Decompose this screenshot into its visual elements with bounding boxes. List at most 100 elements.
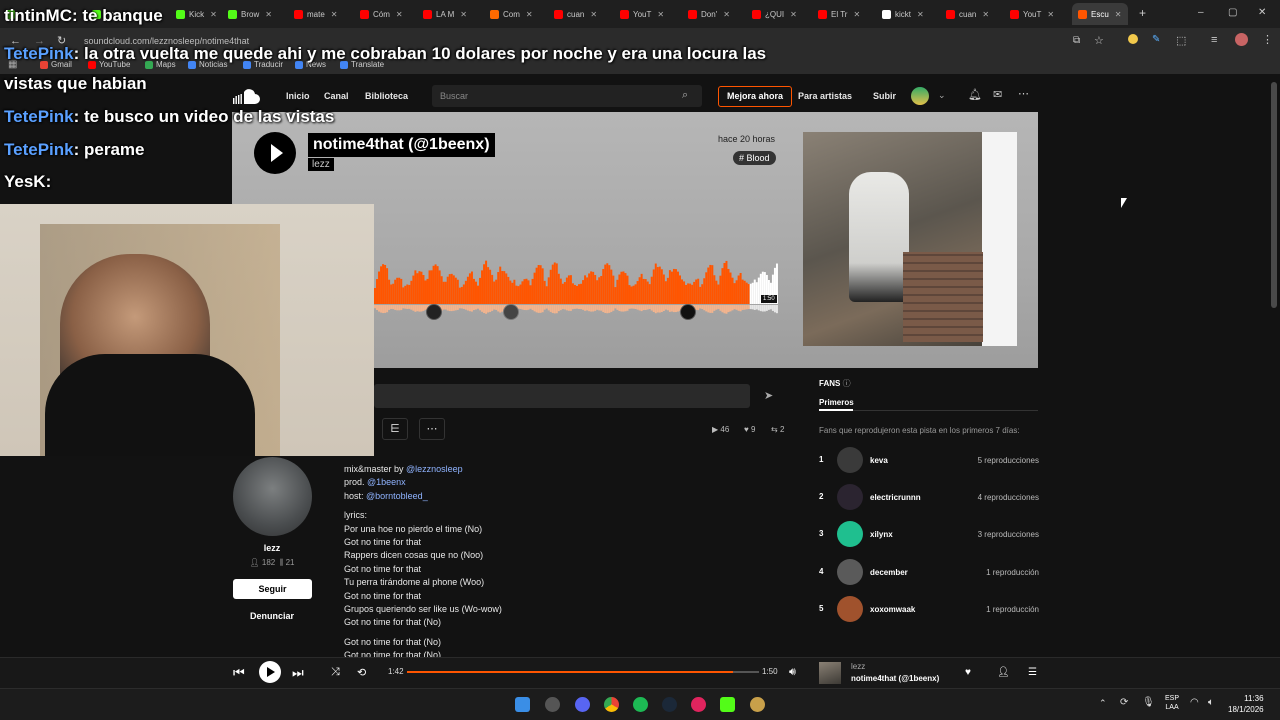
volume-icon[interactable]: 🔊︎ [789, 666, 796, 679]
steam-icon[interactable] [662, 697, 677, 712]
shuffle-icon[interactable]: ⤨ [331, 666, 340, 679]
browser-tab[interactable]: ¿QUI ✕ [752, 3, 797, 25]
bookmark-star-icon[interactable]: ☆ [1094, 34, 1104, 47]
browser-tab[interactable]: Cóm ✕ [360, 3, 403, 25]
close-tab-icon[interactable]: ✕ [917, 10, 924, 19]
browser-tab[interactable]: Brow ✕ [228, 3, 272, 25]
fan-name[interactable]: electricrunnn [870, 493, 921, 502]
browser-tab[interactable]: mate ✕ [294, 3, 338, 25]
profile-avatar[interactable] [1235, 33, 1248, 46]
system-clock[interactable]: 11:36 18/1/2026 [1228, 693, 1264, 715]
now-playing-artist[interactable]: lezz [851, 662, 865, 671]
bookmark-noticias[interactable]: Noticias [188, 60, 227, 69]
now-playing-artwork[interactable] [819, 662, 841, 684]
nav-upload[interactable]: Subir [873, 91, 896, 101]
track-artist-link[interactable]: lezz [308, 158, 334, 171]
browser-tab[interactable]: Escu ✕ [1072, 3, 1128, 25]
browser-tab[interactable]: LA M ✕ [423, 3, 467, 25]
fan-name[interactable]: keva [870, 456, 888, 465]
maximize-icon[interactable]: ▢ [1228, 7, 1237, 18]
minimize-icon[interactable]: – [1198, 7, 1204, 18]
close-tab-icon[interactable]: ✕ [982, 10, 989, 19]
translate-extension-icon[interactable]: ✎ [1152, 34, 1160, 45]
app-icon[interactable] [750, 697, 765, 712]
speaker-icon[interactable]: 🔈︎ [1208, 697, 1214, 708]
install-app-icon[interactable]: ⧉ [1073, 35, 1080, 46]
nav-feed[interactable]: Canal [324, 91, 349, 101]
tab-primeros[interactable]: Primeros [819, 398, 854, 407]
nav-for-artists[interactable]: Para artistas [798, 91, 852, 101]
close-tab-icon[interactable]: ✕ [590, 10, 597, 19]
close-tab-icon[interactable]: ✕ [331, 10, 338, 19]
close-tab-icon[interactable]: ✕ [1047, 10, 1054, 19]
notifications-bell-icon[interactable]: 🔔︎ [968, 88, 982, 101]
close-tab-icon[interactable]: ✕ [526, 10, 533, 19]
close-tab-icon[interactable]: ✕ [790, 10, 797, 19]
fan-row[interactable]: 4 december 1 reproducción [819, 559, 1039, 585]
forward-icon[interactable]: → [34, 35, 45, 47]
bookmark-gmail[interactable]: Gmail [40, 60, 72, 69]
like-heart-icon[interactable]: ♥ [965, 667, 971, 678]
close-tab-icon[interactable]: ✕ [25, 10, 32, 19]
kick-icon[interactable] [720, 697, 735, 712]
follow-user-icon[interactable]: 👤︎ [997, 667, 1010, 678]
close-window-icon[interactable]: ✕ [1258, 7, 1266, 18]
fan-avatar[interactable] [837, 447, 863, 473]
nav-library[interactable]: Biblioteca [365, 91, 408, 101]
browser-tab[interactable]: ✕ [92, 3, 118, 25]
browser-tab[interactable]: El Tr ✕ [818, 3, 860, 25]
uploader-avatar[interactable] [233, 457, 312, 536]
more-options-icon[interactable]: ⋯ [1018, 87, 1029, 100]
browser-tab[interactable]: kickt ✕ [882, 3, 924, 25]
comment-avatar-marker[interactable] [503, 304, 519, 320]
report-link[interactable]: Denunciar [232, 611, 312, 621]
fan-row[interactable]: 1 keva 5 reproducciones [819, 447, 1039, 473]
browser-tab[interactable]: cuan ✕ [946, 3, 989, 25]
user-avatar[interactable] [911, 87, 929, 105]
microphone-icon[interactable]: 🎙︎ [1142, 697, 1155, 708]
browser-tab[interactable]: YouT ✕ [1010, 3, 1054, 25]
send-icon[interactable]: ➤ [764, 389, 773, 402]
repeat-icon[interactable]: ⟲ [357, 666, 366, 679]
mention-link[interactable]: @borntobleed_ [366, 491, 428, 501]
comment-avatar-marker[interactable] [680, 304, 696, 320]
bookmark-youtube[interactable]: YouTube [88, 60, 130, 69]
fan-row[interactable]: 3 xilynx 3 reproducciones [819, 521, 1039, 547]
more-actions-button[interactable]: ⋯ [419, 418, 445, 440]
bookmark-maps[interactable]: Maps [145, 60, 176, 69]
player-play-button[interactable] [259, 661, 281, 683]
windows-start-icon[interactable] [515, 697, 530, 712]
comment-input[interactable] [374, 384, 750, 408]
close-tab-icon[interactable]: ✕ [210, 10, 217, 19]
mention-link[interactable]: @1beenx [367, 477, 406, 487]
apps-grid-icon[interactable]: ▦ [8, 59, 17, 70]
info-icon[interactable]: ⓘ [843, 379, 851, 388]
fan-row[interactable]: 5 xoxomwaak 1 reproducción [819, 596, 1039, 622]
language-indicator[interactable]: ESP LAA [1165, 694, 1179, 712]
comment-avatar-marker[interactable] [426, 304, 442, 320]
add-to-queue-button[interactable]: ⋿ [382, 418, 408, 440]
close-tab-icon[interactable]: ✕ [657, 10, 664, 19]
mention-link[interactable]: @lezznosleep [406, 464, 463, 474]
browser-tab[interactable]: Com ✕ [490, 3, 533, 25]
fan-avatar[interactable] [837, 484, 863, 510]
spotify-icon[interactable] [633, 697, 648, 712]
track-artwork[interactable] [803, 132, 1017, 346]
chrome-icon[interactable] [604, 697, 619, 712]
fan-name[interactable]: xilynx [870, 530, 893, 539]
uploader-name[interactable]: lezz [232, 543, 312, 553]
discord-icon[interactable] [575, 697, 590, 712]
tray-chevron-up-icon[interactable]: ⌃ [1099, 698, 1107, 709]
search-input[interactable]: Buscar [432, 85, 702, 107]
close-tab-icon[interactable]: ✕ [396, 10, 403, 19]
fan-avatar[interactable] [837, 559, 863, 585]
play-button[interactable] [254, 132, 296, 174]
browser-tab[interactable]: ✕ [6, 3, 32, 25]
browser-tab[interactable]: Kick ✕ [176, 3, 217, 25]
wifi-icon[interactable]: ◠ [1190, 697, 1199, 708]
settings-gear-icon[interactable] [545, 697, 560, 712]
fan-avatar[interactable] [837, 596, 863, 622]
search-icon[interactable]: ⌕ [682, 89, 688, 102]
browser-tab[interactable]: Don' ✕ [688, 3, 730, 25]
tray-app-icon[interactable]: ⟳ [1120, 697, 1128, 708]
